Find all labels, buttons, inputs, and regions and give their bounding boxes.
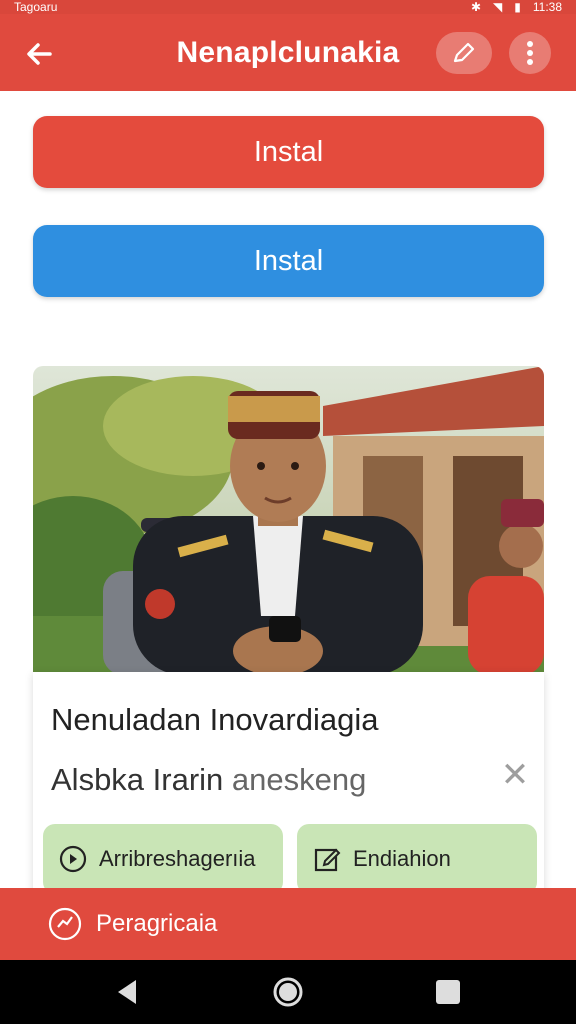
edit-square-icon (314, 848, 341, 872)
chip-2-label: Endiahion (353, 846, 451, 871)
hero-photo (33, 366, 544, 675)
clock-check-icon (48, 907, 82, 941)
bottom-action-bar[interactable]: Peragricaia (0, 888, 576, 960)
more-vert-icon (527, 41, 533, 65)
bottom-action-label: Peragricaia (96, 910, 218, 937)
card-subtitle: Alsbka Irarin aneskeng (51, 762, 366, 798)
battery-icon: ▮ (514, 0, 521, 14)
edit-button[interactable] (436, 32, 492, 74)
status-left-text: Tagoaru (14, 0, 58, 14)
chip-2[interactable]: Endiahion (297, 824, 537, 894)
close-icon[interactable]: ✕ (500, 758, 530, 792)
info-card: Nenuladan Inovardiagia Alsbka Irarin ane… (33, 672, 544, 902)
card-title: Nenuladan Inovardiagia (51, 702, 379, 737)
chip-1[interactable]: Arribreshagerıia (43, 824, 283, 894)
wifi-icon: ◥ (493, 0, 503, 14)
pencil-icon (453, 42, 475, 63)
chip-1-label: Arribreshagerıia (99, 846, 256, 871)
recents-nav-icon[interactable] (432, 976, 464, 1008)
system-navigation-bar (0, 960, 576, 1024)
bluetooth-icon: ✱ (470, 0, 482, 14)
back-nav-icon[interactable] (112, 976, 144, 1008)
status-time: 11:38 (532, 0, 562, 14)
card-subtitle-main: Alsbka Irarin (51, 762, 224, 797)
more-options-button[interactable] (509, 32, 551, 74)
home-nav-icon[interactable] (272, 976, 304, 1008)
install-button-primary[interactable]: Instal (33, 116, 544, 188)
install-button-secondary[interactable]: Instal (33, 225, 544, 297)
status-bar: Tagoaru ✱ ◥ ▮ 11:38 (0, 0, 576, 14)
app-bar: Nenaplclunakia (0, 14, 576, 91)
card-subtitle-muted: aneskeng (231, 762, 367, 797)
play-circle-icon (59, 845, 87, 873)
